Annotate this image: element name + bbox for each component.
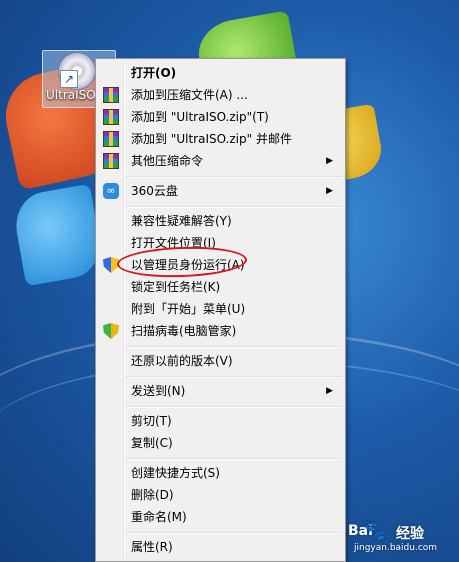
menu-item-label: 其他压缩命令 — [131, 154, 204, 168]
menu-item-label: 添加到压缩文件(A) ... — [131, 88, 248, 102]
winrar-icon — [103, 109, 119, 125]
menu-item-create-shortcut[interactable]: 创建快捷方式(S) — [98, 462, 343, 484]
menu-separator — [126, 206, 342, 208]
submenu-arrow-icon: ▶ — [326, 156, 333, 166]
menu-item-add-to-archive[interactable]: 添加到压缩文件(A) ... — [98, 84, 343, 106]
baidu-jingyan-watermark: Bai 🐾 经验 jingyan.baidu.com — [340, 519, 455, 559]
menu-item-360-cloud[interactable]: ∞ 360云盘 ▶ — [98, 180, 343, 202]
menu-item-open[interactable]: 打开(O) — [98, 62, 343, 84]
menu-item-label: 重命名(M) — [131, 510, 187, 524]
menu-item-label: 剪切(T) — [131, 414, 172, 428]
menu-item-add-to-zip-and-email[interactable]: 添加到 "UltraISO.zip" 并邮件 — [98, 128, 343, 150]
menu-item-label: 360云盘 — [131, 184, 178, 198]
menu-item-add-to-zip[interactable]: 添加到 "UltraISO.zip"(T) — [98, 106, 343, 128]
menu-separator — [126, 458, 342, 460]
menu-separator — [126, 176, 342, 178]
menu-item-copy[interactable]: 复制(C) — [98, 432, 343, 454]
menu-item-pin-to-taskbar[interactable]: 锁定到任务栏(K) — [98, 276, 343, 298]
menu-item-pin-to-start-menu[interactable]: 附到「开始」菜单(U) — [98, 298, 343, 320]
menu-item-scan-virus[interactable]: 扫描病毒(电脑管家) — [98, 320, 343, 342]
menu-item-label: 兼容性疑难解答(Y) — [131, 214, 232, 228]
menu-separator — [126, 406, 342, 408]
watermark-url: jingyan.baidu.com — [354, 543, 438, 553]
menu-separator — [126, 532, 342, 534]
winrar-icon — [103, 131, 119, 147]
windows-logo-blue-pane — [10, 183, 106, 287]
menu-item-label: 打开(O) — [131, 66, 177, 80]
menu-item-label: 删除(D) — [131, 488, 174, 502]
shortcut-arrow-icon: ↗ — [60, 70, 78, 88]
menu-item-rename[interactable]: 重命名(M) — [98, 506, 343, 528]
watermark-jingyan: 经验 — [396, 526, 424, 542]
menu-item-label: 添加到 "UltraISO.zip" 并邮件 — [131, 132, 292, 146]
guard-shield-icon — [103, 323, 119, 339]
menu-item-other-compress-commands[interactable]: 其他压缩命令 ▶ — [98, 150, 343, 172]
menu-item-label: 扫描病毒(电脑管家) — [131, 324, 237, 338]
menu-item-send-to[interactable]: 发送到(N) ▶ — [98, 380, 343, 402]
menu-item-label: 附到「开始」菜单(U) — [131, 302, 246, 316]
menu-item-label: 发送到(N) — [131, 384, 186, 398]
menu-item-label: 复制(C) — [131, 436, 173, 450]
context-menu[interactable]: 打开(O) 添加到压缩文件(A) ... 添加到 "UltraISO.zip"(… — [95, 58, 346, 562]
cloud-icon: ∞ — [103, 183, 119, 199]
winrar-icon — [103, 153, 119, 169]
menu-item-delete[interactable]: 删除(D) — [98, 484, 343, 506]
menu-item-compatibility-troubleshoot[interactable]: 兼容性疑难解答(Y) — [98, 210, 343, 232]
submenu-arrow-icon: ▶ — [326, 186, 333, 196]
winrar-icon — [103, 87, 119, 103]
menu-item-label: 创建快捷方式(S) — [131, 466, 220, 480]
menu-item-restore-previous-versions[interactable]: 还原以前的版本(V) — [98, 350, 343, 372]
menu-item-label: 添加到 "UltraISO.zip"(T) — [131, 110, 269, 124]
menu-item-properties[interactable]: 属性(R) — [98, 536, 343, 558]
menu-separator — [126, 376, 342, 378]
paw-icon: 🐾 — [364, 521, 387, 542]
menu-item-label: 属性(R) — [131, 540, 173, 554]
submenu-arrow-icon: ▶ — [326, 386, 333, 396]
menu-item-label: 还原以前的版本(V) — [131, 354, 233, 368]
menu-separator — [126, 346, 342, 348]
menu-item-cut[interactable]: 剪切(T) — [98, 410, 343, 432]
menu-item-label: 锁定到任务栏(K) — [131, 280, 221, 294]
